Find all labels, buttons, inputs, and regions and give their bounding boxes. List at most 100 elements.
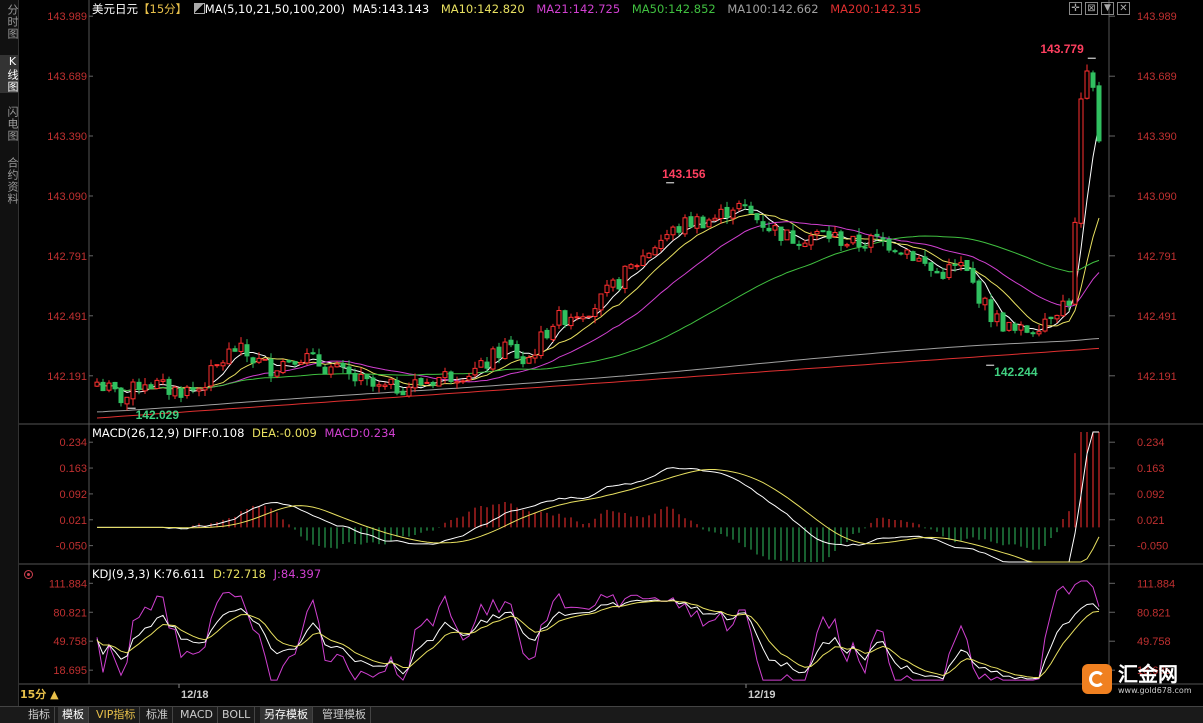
candle-body bbox=[406, 386, 412, 397]
price-label-right-5: 142.491 bbox=[1137, 311, 1177, 323]
candle-body bbox=[424, 381, 430, 384]
candle-body bbox=[682, 217, 688, 235]
candle-body bbox=[664, 234, 670, 240]
macd-label-left-2: 0.092 bbox=[59, 489, 87, 501]
ma21-value: MA21:142.725 bbox=[536, 2, 621, 16]
bottom-tab-7[interactable]: 另存模板 bbox=[260, 707, 313, 723]
candle-body bbox=[238, 342, 244, 352]
candle-body bbox=[916, 257, 922, 262]
kdj-k: K:76.611 bbox=[153, 567, 206, 581]
macd-label-right-4: -0.050 bbox=[1137, 541, 1168, 553]
kdj-label-right-1: 80.821 bbox=[1137, 607, 1171, 619]
candle-body bbox=[136, 381, 142, 390]
candle-body bbox=[418, 377, 424, 385]
candle-body bbox=[592, 308, 598, 317]
chart-area[interactable]: 143.989 143.989 143.689 143.689 143.390 143.3… bbox=[19, 0, 1203, 706]
bottom-tab-3[interactable]: VIP指标 bbox=[92, 707, 141, 723]
candle-body bbox=[142, 384, 148, 392]
sidebar-tab-4[interactable]: 合约资料 bbox=[0, 157, 19, 205]
bottom-tab-1[interactable]: 指标 bbox=[24, 707, 55, 723]
bottom-tab-6[interactable]: BOLL bbox=[218, 707, 256, 723]
bottom-tab-2[interactable]: 模板 bbox=[58, 707, 89, 723]
candle-body bbox=[718, 208, 724, 220]
candle-body bbox=[898, 252, 904, 255]
candle-body bbox=[946, 264, 952, 279]
sidebar-tab-1[interactable]: 分时图 bbox=[0, 4, 19, 40]
sidebar-tab-3[interactable]: 闪电图 bbox=[0, 106, 19, 142]
candle-body bbox=[118, 387, 124, 404]
sidebar-tab-2[interactable]: K线图 bbox=[0, 55, 19, 93]
candle-body bbox=[886, 238, 892, 251]
macd-label-left-3: 0.021 bbox=[59, 515, 87, 527]
down-icon[interactable]: ▼ bbox=[1101, 2, 1114, 15]
period-selector[interactable]: 15分 ▲ bbox=[20, 688, 59, 702]
candle-body bbox=[808, 235, 814, 246]
candle-body bbox=[292, 360, 298, 365]
candle-body bbox=[1066, 300, 1072, 306]
candle-body bbox=[214, 364, 220, 367]
close-box-icon[interactable]: ✕ bbox=[1117, 2, 1130, 15]
candle-body bbox=[976, 280, 982, 304]
kdj-j: J:84.397 bbox=[273, 567, 322, 581]
ma50-value: MA50:142.852 bbox=[631, 2, 716, 16]
candle-body bbox=[100, 381, 106, 392]
x-label-1: 12/19 bbox=[748, 689, 776, 701]
candle-body bbox=[892, 250, 898, 253]
candle-body bbox=[988, 299, 994, 323]
macd-name: MACD(26,12,9) bbox=[92, 426, 180, 440]
indicator-settings-icon[interactable] bbox=[22, 568, 34, 580]
candle-body bbox=[436, 376, 442, 387]
ma-settings-icon[interactable] bbox=[193, 3, 205, 14]
ma-header: 美元日元【15分】 MA(5,10,21,50,100,200) MA5:143… bbox=[92, 1, 921, 17]
candle-body bbox=[232, 348, 238, 352]
bottom-tab-4[interactable]: 标准 bbox=[142, 707, 173, 723]
candle-body bbox=[766, 227, 772, 232]
candle-body bbox=[196, 388, 202, 392]
candle-body bbox=[388, 378, 394, 385]
candle-body bbox=[802, 242, 808, 247]
price-label-left-4: 142.791 bbox=[47, 251, 87, 263]
close-box-icon[interactable]: ⊠ bbox=[1085, 2, 1098, 15]
candle-body bbox=[112, 381, 118, 390]
candle-body bbox=[1036, 331, 1042, 335]
candle-body bbox=[820, 230, 826, 233]
candle-body bbox=[1024, 325, 1030, 333]
price-label-right-3: 143.090 bbox=[1137, 191, 1177, 203]
candle-body bbox=[154, 379, 160, 390]
candle-body bbox=[466, 375, 472, 381]
candle-body bbox=[526, 357, 532, 364]
candle-body bbox=[634, 265, 640, 268]
annotation-high-1: 143.779 bbox=[1040, 42, 1084, 56]
price-label-left-6: 142.191 bbox=[47, 371, 87, 383]
kdj-label-left-1: 80.821 bbox=[53, 607, 87, 619]
candle-body bbox=[538, 331, 544, 356]
candle-body bbox=[964, 260, 970, 271]
candle-body bbox=[544, 329, 550, 339]
ma10-value: MA10:142.820 bbox=[440, 2, 525, 16]
candle-body bbox=[1012, 323, 1018, 331]
candle-body bbox=[148, 384, 154, 389]
candle-body bbox=[1030, 332, 1036, 335]
candle-body bbox=[394, 379, 400, 394]
bottom-tab-8[interactable]: 管理模板 bbox=[318, 707, 371, 723]
candle-body bbox=[298, 362, 304, 365]
candle-body bbox=[814, 230, 820, 235]
candle-body bbox=[328, 366, 334, 375]
candle-body bbox=[268, 358, 274, 377]
candle-body bbox=[676, 226, 682, 233]
x-label-0: 12/18 bbox=[181, 689, 209, 701]
candle-body bbox=[1018, 324, 1024, 331]
candle-body bbox=[928, 262, 934, 271]
kdj-header: KDJ(9,3,3) K:76.611 D:72.718 J:84.397 bbox=[92, 566, 321, 582]
logo-url: www.gold678.com bbox=[1118, 686, 1192, 695]
bottom-tab-5[interactable]: MACD bbox=[176, 707, 218, 723]
candle-body bbox=[160, 379, 166, 382]
candle-body bbox=[874, 233, 880, 237]
candle-body bbox=[358, 373, 364, 382]
candle-body bbox=[256, 357, 262, 363]
plus-icon[interactable]: ✛ bbox=[1069, 2, 1082, 15]
logo-icon bbox=[1082, 664, 1112, 694]
candle-body bbox=[748, 205, 754, 214]
candle-body bbox=[250, 357, 256, 364]
candle-body bbox=[754, 213, 760, 221]
